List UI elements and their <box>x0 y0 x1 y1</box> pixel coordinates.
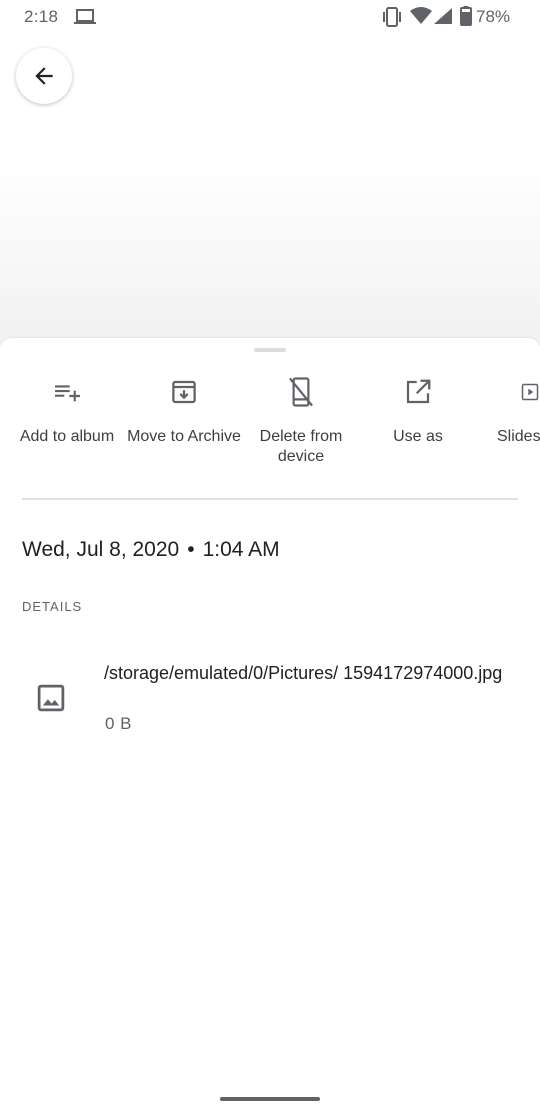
battery-percent: 78% <box>476 7 511 26</box>
battery-icon <box>460 6 472 26</box>
details-header: DETAILS <box>22 599 83 614</box>
slideshow-button[interactable]: Slides <box>476 376 540 447</box>
photo-time: 1:04 AM <box>202 538 280 561</box>
slideshow-label: Slides <box>497 428 540 445</box>
add-to-album-button[interactable]: Add to album <box>8 376 126 447</box>
slideshow-icon <box>521 383 539 401</box>
navigation-handle[interactable] <box>220 1097 320 1101</box>
photo-date-time: Wed, Jul 8, 2020 • 1:04 AM <box>22 538 280 562</box>
photo-date: Wed, Jul 8, 2020 <box>22 538 180 561</box>
move-to-archive-button[interactable]: Move to Archive <box>125 376 243 447</box>
back-button[interactable] <box>16 48 72 104</box>
file-size: 0 B <box>105 714 133 733</box>
divider <box>22 498 518 500</box>
move-to-archive-label: Move to Archive <box>127 428 241 445</box>
file-path: /storage/emulated/0/Pictures/ 1594172974… <box>104 663 503 683</box>
image-icon <box>37 684 65 712</box>
vibrate-icon <box>383 7 401 27</box>
mobile-off-icon <box>289 377 313 407</box>
delete-from-device-label: Delete from device <box>259 428 343 465</box>
wifi-icon <box>410 7 432 24</box>
laptop-icon <box>74 9 96 24</box>
info-bottom-sheet: Add to album Move to Archive Delete from… <box>0 338 540 1110</box>
use-as-button[interactable]: Use as <box>359 376 477 447</box>
archive-icon <box>172 380 196 404</box>
status-bar: 2:18 78% <box>0 0 540 36</box>
arrow-back-icon <box>35 67 53 85</box>
open-in-new-icon <box>406 379 431 404</box>
delete-from-device-button[interactable]: Delete from device <box>242 376 360 467</box>
status-time: 2:18 <box>24 7 59 26</box>
drag-handle[interactable] <box>254 348 286 352</box>
date-separator: • <box>187 538 195 561</box>
signal-icon <box>434 8 452 24</box>
photo-viewer[interactable] <box>0 36 540 346</box>
playlist-add-icon <box>55 385 81 402</box>
add-to-album-label: Add to album <box>19 428 115 445</box>
use-as-label: Use as <box>393 428 443 445</box>
